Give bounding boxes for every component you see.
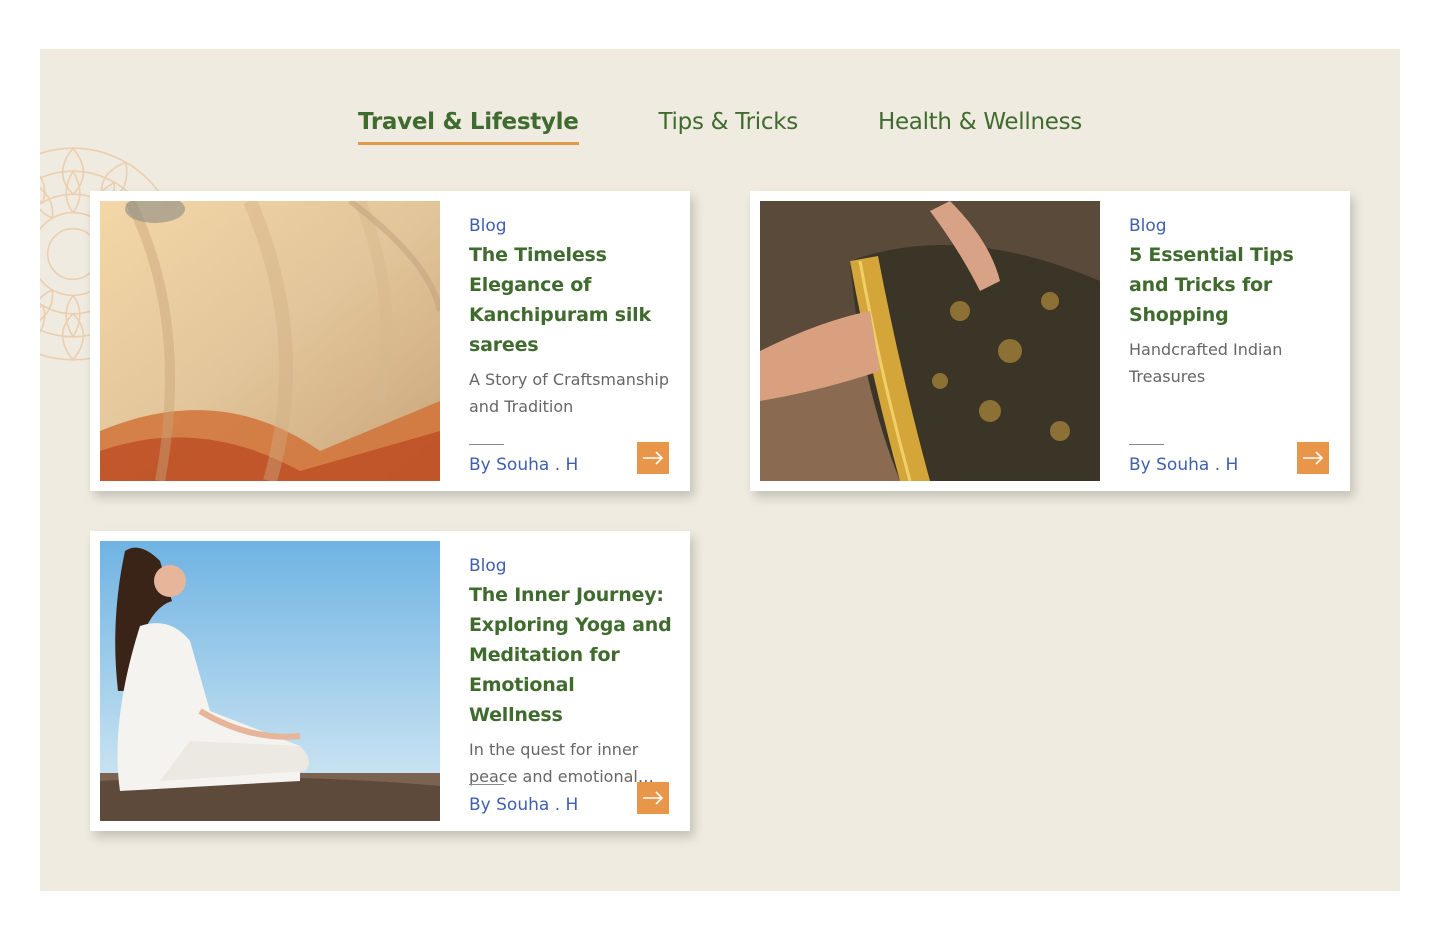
read-more-button[interactable] [1297, 442, 1329, 474]
card-content: Blog 5 Essential Tips and Tricks for Sho… [1129, 213, 1334, 479]
arrow-right-icon [643, 791, 664, 805]
yoga-meditation-image[interactable] [100, 541, 440, 821]
read-more-button[interactable] [637, 782, 669, 814]
divider [469, 444, 504, 445]
blog-card[interactable]: Blog The Inner Journey: Exploring Yoga a… [90, 531, 690, 831]
card-title[interactable]: The Inner Journey: Exploring Yoga and Me… [469, 580, 674, 730]
card-title[interactable]: The Timeless Elegance of Kanchipuram sil… [469, 240, 674, 360]
card-description: Handcrafted Indian Treasures [1129, 340, 1283, 386]
card-content: Blog The Timeless Elegance of Kanchipura… [469, 213, 674, 479]
arrow-right-icon [643, 451, 664, 465]
tab-health-wellness[interactable]: Health & Wellness [878, 109, 1082, 143]
blog-card[interactable]: Blog The Timeless Elegance of Kanchipura… [90, 191, 690, 491]
card-description: A Story of Craftsmanship and Tradition [469, 370, 670, 416]
blog-card[interactable]: Blog 5 Essential Tips and Tricks for Sho… [750, 191, 1350, 491]
tab-tips-tricks[interactable]: Tips & Tricks [659, 109, 799, 143]
embroidered-fabric-image[interactable] [760, 201, 1100, 481]
card-title[interactable]: 5 Essential Tips and Tricks for Shopping [1129, 240, 1334, 330]
divider [469, 784, 504, 785]
silk-saree-image[interactable] [100, 201, 440, 481]
category-tabs: Travel & Lifestyle Tips & Tricks Health … [40, 109, 1400, 145]
read-more-button[interactable] [637, 442, 669, 474]
blog-section: Travel & Lifestyle Tips & Tricks Health … [40, 49, 1400, 891]
arrow-right-icon [1303, 451, 1324, 465]
card-category[interactable]: Blog [469, 553, 674, 579]
divider [1129, 444, 1164, 445]
card-category[interactable]: Blog [1129, 213, 1334, 239]
card-content: Blog The Inner Journey: Exploring Yoga a… [469, 553, 674, 819]
card-category[interactable]: Blog [469, 213, 674, 239]
tab-travel-lifestyle[interactable]: Travel & Lifestyle [358, 109, 580, 145]
